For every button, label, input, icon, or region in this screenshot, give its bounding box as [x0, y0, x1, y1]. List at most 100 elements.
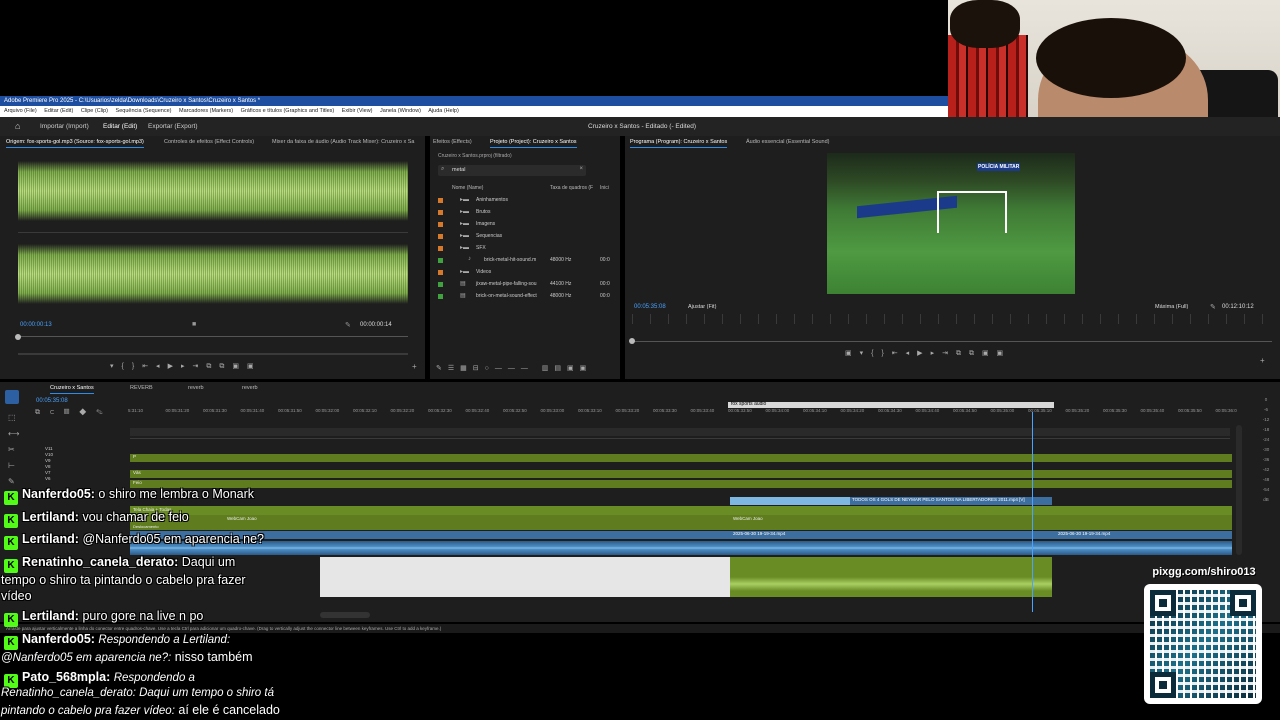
timeline-clip[interactable]: Feio [130, 480, 1232, 488]
marker-strip [632, 314, 1272, 324]
label-color-swatch [438, 210, 443, 215]
tab-project[interactable]: Projeto (Project): Cruzeiro x Santos [490, 139, 577, 148]
menu-graphics[interactable]: Gráficos e títulos (Graphics and Titles) [241, 108, 335, 114]
timeline-clip-video[interactable]: TODOS OS 4 GOLS DE NEYMAR PELO SANTOS NA… [730, 497, 1052, 505]
home-icon[interactable]: ⌂ [15, 117, 20, 136]
timeline-ruler[interactable]: 5:31:10 00:05:31:20 00:05:31:30 00:05:31:40… [128, 408, 1238, 422]
project-search-box[interactable]: ⌕ metal × [438, 165, 586, 176]
timeline-options[interactable]: ⧉ ⊂ ▥ ◆ ✎ [35, 409, 107, 417]
ruler-tick-label: 00:05:31:20 [165, 408, 190, 413]
kick-icon: K [4, 559, 18, 573]
tab-sequence-main[interactable]: Cruzeiro x Santos [50, 385, 94, 394]
camera-icon[interactable]: ■ [192, 321, 196, 328]
tab-sequence-reverb-1[interactable]: REVERB [130, 385, 153, 391]
program-scrubber[interactable] [629, 338, 635, 344]
project-item[interactable]: ▸▬ Aninhamentos [438, 195, 618, 207]
label-color-swatch [438, 294, 443, 299]
audio-file-icon: ♪ [468, 256, 471, 262]
project-item[interactable]: ▸▬ Brutos [438, 207, 618, 219]
timeline-clip-audio[interactable]: 2025-06-30 19-19-34.mp4 2025-06-30 19-19… [130, 531, 1232, 539]
chat-message-cont: pintando o cabelo pra fazer vídeo: aí el… [1, 703, 280, 717]
add-button-icon[interactable]: + [1260, 356, 1265, 365]
ruler-tick-label: 00:05:36:0 [1215, 408, 1237, 413]
program-timecode[interactable]: 00:05:35:08 [634, 304, 666, 310]
donation-url: pixgg.com/shiro013 [1152, 566, 1256, 578]
project-item[interactable]: ▸▬ Sequencias [438, 231, 618, 243]
column-frame-rate[interactable]: Taxa de quadros (F [550, 185, 593, 191]
source-timecode[interactable]: 00:00:00:13 [20, 322, 52, 328]
quality-dropdown[interactable]: Máxima (Full) [1155, 304, 1188, 310]
ruler-tick-label: 00:05:33:40 [690, 408, 715, 413]
tab-edit[interactable]: Editar (Edit) [103, 117, 138, 137]
source-scrubber[interactable] [15, 334, 21, 340]
wrench-icon[interactable]: ✎ [1210, 303, 1216, 311]
track-v6[interactable]: V6 [45, 476, 53, 482]
project-panel: Efeitos (Effects) Projeto (Project): Cru… [430, 136, 620, 379]
project-item[interactable]: ▸▬ Imagens [438, 219, 618, 231]
kick-icon: K [4, 491, 18, 505]
ruler-tick-label: 00:05:32:00 [315, 408, 340, 413]
tab-sequence-reverb-3[interactable]: reverb [242, 385, 258, 391]
timeline-timecode[interactable]: 00:05:35:08 [36, 398, 68, 404]
label-color-swatch [438, 282, 443, 287]
sequence-icon: ▤ [460, 293, 466, 299]
menu-help[interactable]: Ajuda (Help) [428, 108, 459, 114]
label-color-swatch [438, 222, 443, 227]
tab-source[interactable]: Origem: fox-sports-gol.mp3 (Source: fox-… [6, 139, 144, 148]
audio-waveform-track[interactable] [130, 541, 1232, 555]
folder-icon: ▸▬ [460, 245, 470, 251]
timeline-playhead[interactable] [1032, 412, 1033, 612]
timeline-clip[interactable]: P [130, 454, 1232, 462]
menu-sequence[interactable]: Sequência (Sequence) [116, 108, 172, 114]
timeline-clip[interactable]: Deslocamento [130, 524, 1232, 530]
folder-icon: ▸▬ [460, 197, 470, 203]
project-item-name: jixaw-metal-pipe-falling-sou [476, 281, 537, 287]
ruler-tick-label: 00:05:32:10 [353, 408, 377, 413]
source-transport-controls[interactable]: ▾{}⇤◂▶▸⇥⧉⧉▣▣ [110, 362, 262, 371]
project-toolbar[interactable]: ✎☰▦⊟○——— ▥▤▣▣ [436, 364, 592, 372]
ruler-tick-label: 00:05:34:20 [840, 408, 865, 413]
tab-import[interactable]: Importar (Import) [40, 117, 89, 136]
tab-export[interactable]: Exportar (Export) [148, 117, 198, 136]
chat-message: K Nanferdo05: o shiro me lembra o Monark [4, 487, 254, 505]
menu-edit[interactable]: Editar (Edit) [44, 108, 73, 114]
selection-tool-icon[interactable] [5, 390, 19, 404]
timeline-zoom-scrollbar[interactable] [320, 612, 370, 618]
wrench-icon[interactable]: ✎ [345, 321, 351, 329]
program-transport-controls[interactable]: ▣▾{}⇤◂▶▸⇥⧉⧉▣▣ [845, 349, 1011, 358]
project-item[interactable]: ▸▬ SFX [438, 243, 618, 255]
search-input[interactable]: metal [452, 167, 465, 173]
tab-audio-mixer[interactable]: Mixer da faixa de áudio (Audio Track Mix… [272, 139, 414, 145]
clear-search-icon[interactable]: × [579, 166, 583, 172]
tab-effects[interactable]: Efeitos (Effects) [433, 139, 472, 145]
timeline-vertical-scrollbar[interactable] [1236, 425, 1242, 555]
column-name[interactable]: Nome (Name) [452, 185, 483, 191]
audio-label-marker: fox sports audio [728, 401, 1054, 408]
project-item[interactable]: ▤ jixaw-metal-pipe-falling-sou 44100 Hz 00:… [438, 279, 618, 291]
project-item[interactable]: ▸▬ Videos [438, 267, 618, 279]
project-item[interactable]: ▤ brick-on-metal-sound-effect 48000 Hz 00:0 [438, 291, 618, 303]
timeline-clip[interactable]: Vàs [130, 470, 1232, 478]
project-item-name: Sequencias [476, 233, 503, 239]
timeline-clip-sfx[interactable] [730, 557, 1052, 597]
menu-file[interactable]: Arquivo (File) [4, 108, 37, 114]
tab-sequence-reverb-2[interactable]: reverb [188, 385, 204, 391]
project-item[interactable]: ♪ brick-metal-hit-sound.m 48000 Hz 00:0 [438, 255, 618, 267]
project-item-rate: 44100 Hz [550, 281, 572, 287]
menu-window[interactable]: Janela (Window) [380, 108, 421, 114]
folder-icon: ▸▬ [460, 233, 470, 239]
tab-essential-sound[interactable]: Áudio essencial (Essential Sound) [746, 139, 829, 145]
chat-message: K Lertiland: puro gore na live n po [4, 609, 203, 627]
column-start[interactable]: Inici [600, 185, 609, 191]
folder-icon: ▸▬ [460, 221, 470, 227]
tab-effect-controls[interactable]: Controles de efeitos (Effect Controls) [164, 139, 254, 145]
menu-view[interactable]: Exibir (View) [342, 108, 373, 114]
ruler-tick-label: 00:05:34:40 [915, 408, 940, 413]
tab-program[interactable]: Programa (Program): Cruzeiro x Santos [630, 139, 728, 148]
app-title-bar: Adobe Premiere Pro 2025 - C:\Usuarios\ze… [0, 96, 948, 106]
menu-markers[interactable]: Marcadores (Markers) [179, 108, 233, 114]
menu-clip[interactable]: Clipe (Clip) [81, 108, 108, 114]
add-button-icon[interactable]: + [412, 362, 417, 371]
fit-dropdown[interactable]: Ajustar (Fit) [688, 304, 716, 310]
workspace-header: ⌂ Importar (Import) Editar (Edit) Export… [0, 117, 1280, 137]
